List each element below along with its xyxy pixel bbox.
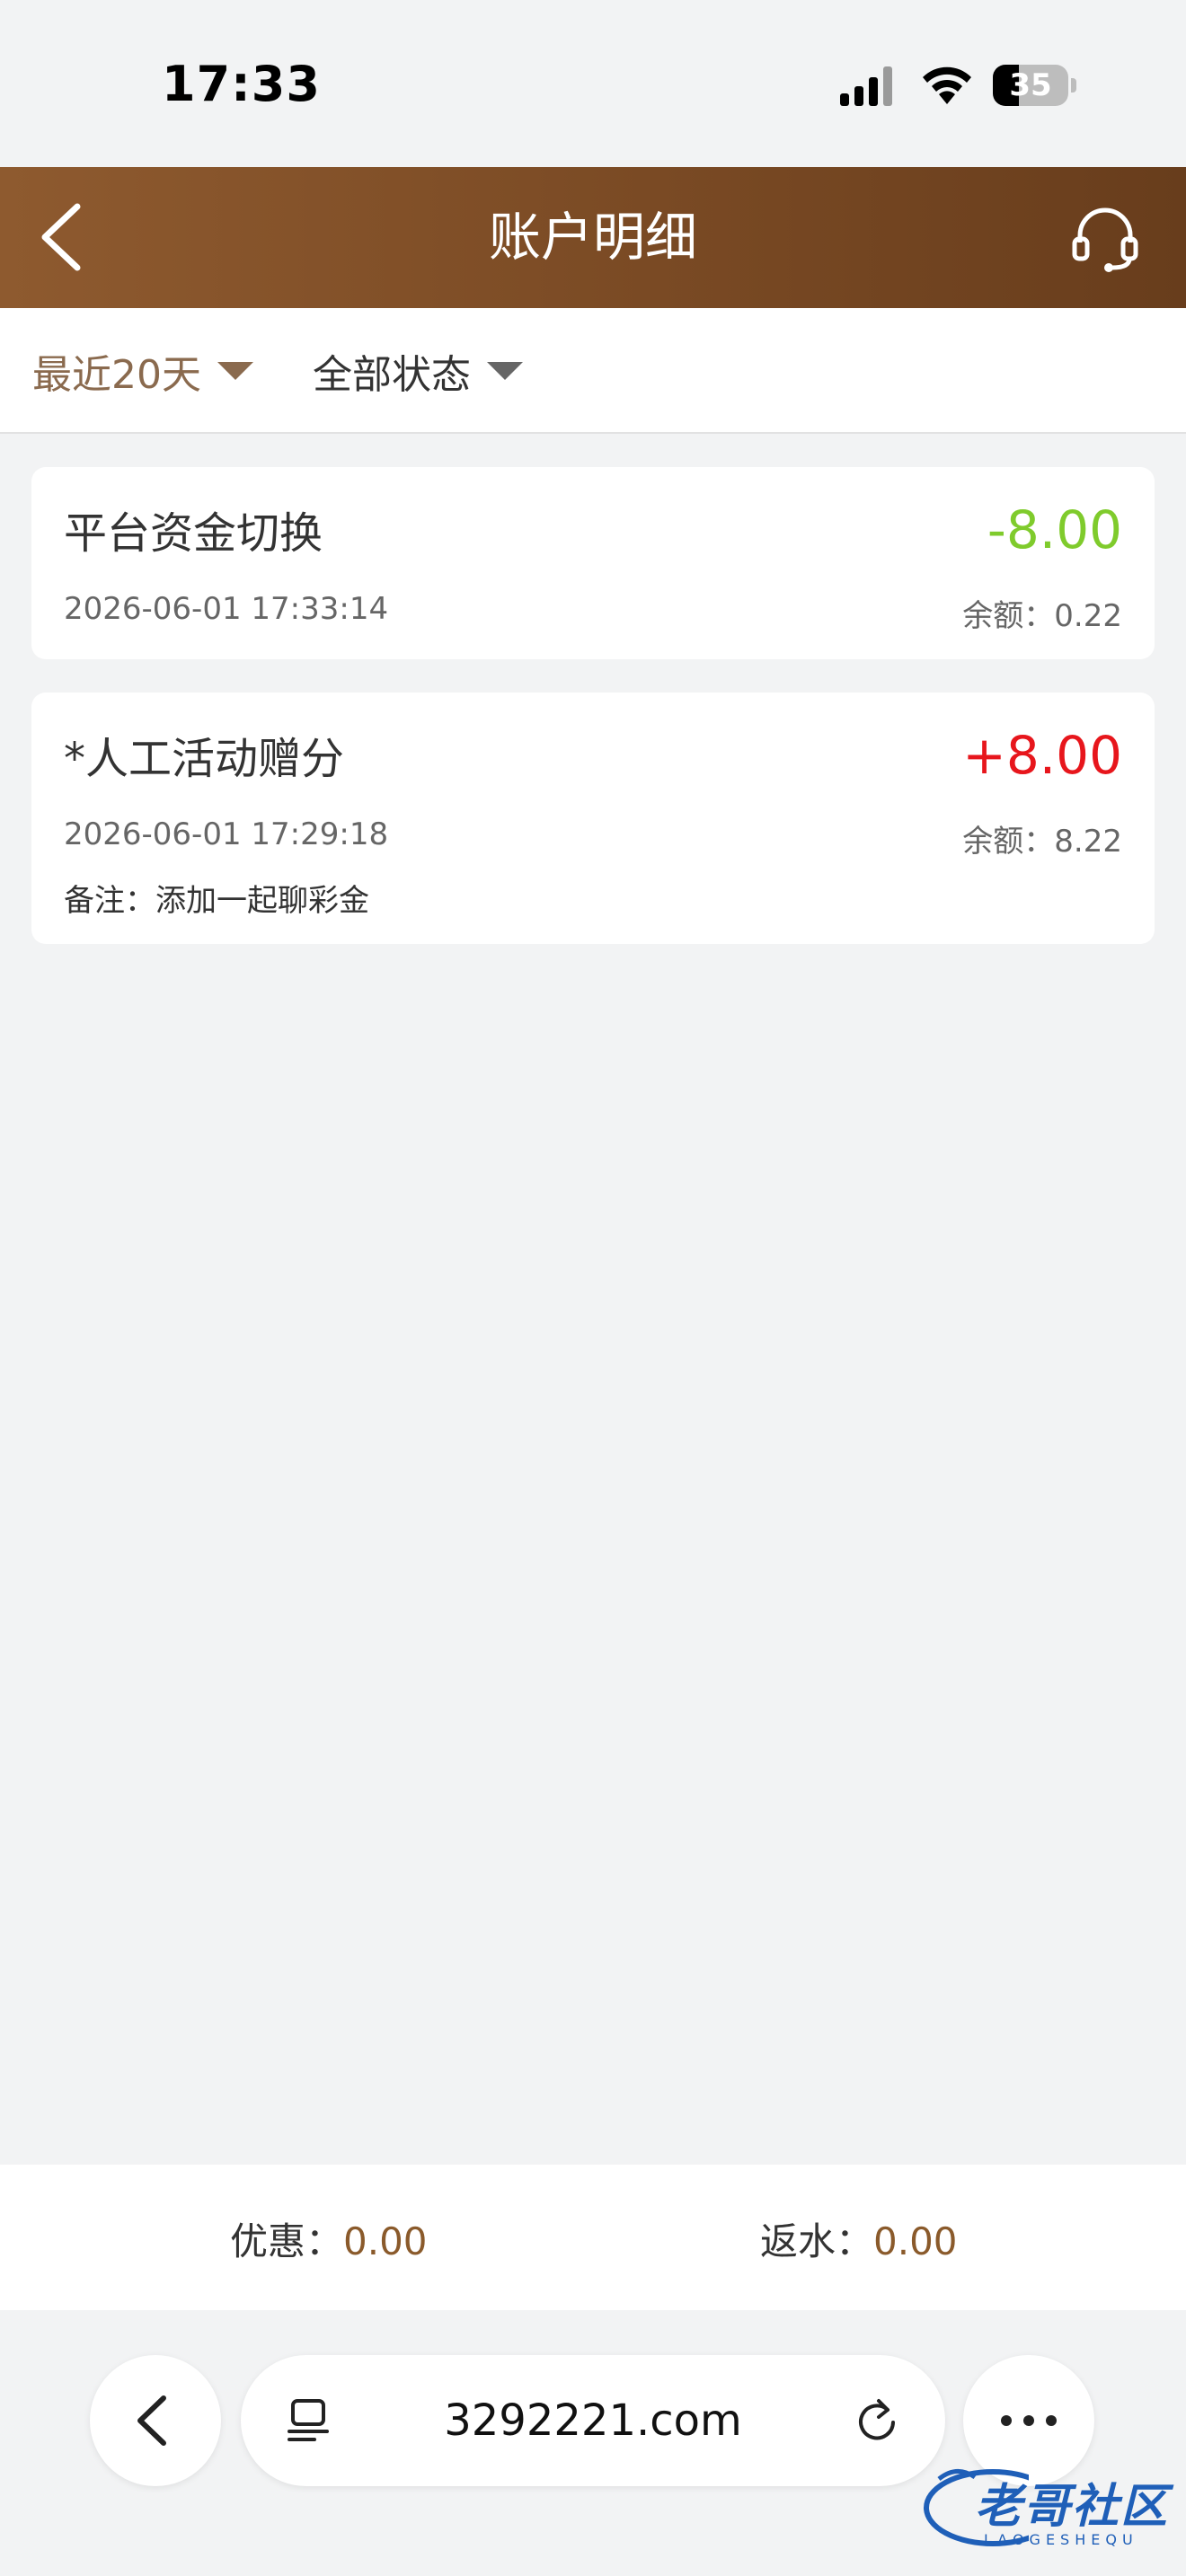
transaction-time: 2026-06-01 17:33:14: [64, 591, 389, 627]
date-range-label: 最近20天: [32, 352, 201, 398]
watermark-subtext: LAOGESHEQU: [984, 2531, 1138, 2548]
rebate-summary: 返水：0.00: [760, 2211, 958, 2266]
transaction-title: *人工活动赠分: [64, 734, 345, 784]
transaction-note: 备注：添加一起聊彩金: [64, 883, 369, 919]
watermark-text: 老哥社区: [975, 2480, 1170, 2534]
transaction-balance: 余额：0.22: [962, 598, 1122, 634]
chevron-left-icon: [41, 203, 81, 271]
url-text[interactable]: 3292221.com: [241, 2355, 945, 2486]
transaction-balance: 余额：8.22: [962, 824, 1122, 860]
rebate-label: 返水：: [760, 2219, 874, 2263]
transaction-title: 平台资金切换: [64, 508, 323, 559]
watermark-logo: 老哥社区 LAOGESHEQU: [921, 2461, 1182, 2569]
status-filter[interactable]: 全部状态: [313, 342, 523, 400]
promo-value: 0.00: [343, 2219, 428, 2263]
headset-icon: [1072, 207, 1138, 272]
back-icon: [137, 2395, 166, 2446]
header-bar: 账户明细: [0, 167, 1186, 308]
page-title: 账户明细: [488, 207, 697, 268]
status-bar: 17:33 35: [0, 0, 1186, 167]
battery-icon: 35: [993, 65, 1068, 106]
promo-label: 优惠：: [230, 2219, 344, 2263]
signal-icon: [840, 66, 892, 106]
address-bar[interactable]: 3292221.com: [241, 2355, 945, 2486]
customer-support-button[interactable]: [1069, 203, 1141, 275]
filter-bar: 最近20天 全部状态: [0, 308, 1186, 434]
date-range-filter[interactable]: 最近20天: [32, 342, 253, 400]
status-filter-label: 全部状态: [313, 352, 471, 398]
transaction-amount: +8.00: [962, 725, 1122, 786]
rebate-value: 0.00: [873, 2219, 958, 2263]
battery-cap: [1071, 78, 1076, 93]
transaction-card[interactable]: 平台资金切换 -8.00 2026-06-01 17:33:14 余额：0.22: [31, 467, 1155, 659]
caret-down-icon: [487, 362, 523, 380]
battery-level: 35: [1009, 67, 1052, 103]
transaction-card[interactable]: *人工活动赠分 +8.00 2026-06-01 17:29:18 余额：8.2…: [31, 693, 1155, 944]
wifi-icon: [923, 66, 971, 104]
transaction-time: 2026-06-01 17:29:18: [64, 816, 389, 852]
tabs-icon[interactable]: [284, 2395, 334, 2446]
back-button[interactable]: [34, 194, 106, 280]
promo-summary: 优惠：0.00: [230, 2211, 428, 2266]
browser-back-button[interactable]: [90, 2355, 221, 2486]
summary-bar: 优惠：0.00 返水：0.00: [0, 2165, 1186, 2310]
status-time: 17:33: [162, 56, 321, 112]
transaction-amount: -8.00: [987, 499, 1122, 560]
caret-down-icon: [217, 362, 253, 380]
reload-icon[interactable]: [852, 2395, 902, 2446]
